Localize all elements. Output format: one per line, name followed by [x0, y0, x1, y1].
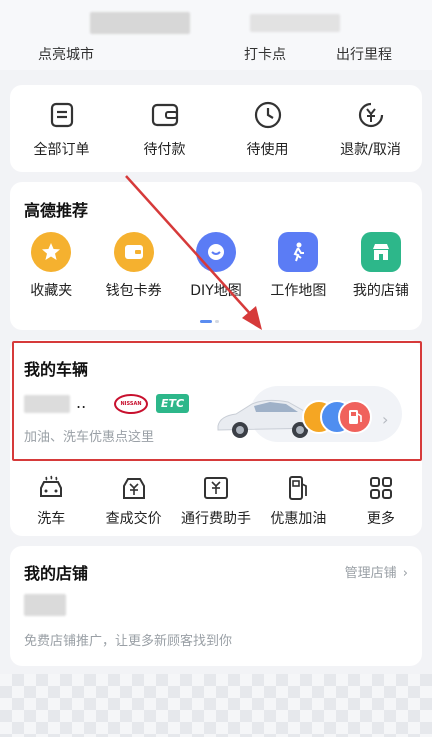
recommend-title: 高德推荐 [24, 201, 89, 220]
service-toll-label: 通行费助手 [181, 511, 252, 527]
refund-yuan-icon [355, 99, 387, 131]
blurred-info [250, 14, 340, 32]
store-subtitle[interactable]: 免费店铺推广，让更多新顾客找到你 [24, 630, 232, 649]
order-pending-payment-label: 待付款 [143, 142, 186, 158]
transparent-background [0, 674, 432, 737]
service-more-label: 更多 [366, 511, 395, 527]
recommend-wallet[interactable]: 钱包卡券 [92, 232, 174, 300]
orders-card: 全部订单 待付款 待使用 退款/取消 [10, 85, 422, 172]
stat-lit-cities[interactable]: 点亮城市 [38, 44, 94, 64]
diy-map-icon [196, 232, 237, 272]
more-grid-icon [363, 472, 399, 504]
highlight-box [12, 341, 422, 461]
service-car-wash[interactable]: 洗车 [10, 472, 92, 528]
service-more[interactable]: 更多 [340, 472, 422, 528]
recommend-card: 高德推荐 收藏夹 钱包卡券 DIY地图 工作地图 我的店铺 [10, 182, 422, 330]
wallet-icon [149, 99, 181, 131]
blurred-store-avatar [24, 594, 66, 616]
walker-icon [278, 232, 319, 272]
wallet-card-icon [113, 232, 154, 272]
chevron-right-icon: › [402, 566, 408, 581]
recommend-diy-map[interactable]: DIY地图 [175, 232, 257, 300]
service-price-check-label: 查成交价 [105, 511, 162, 527]
car-wash-icon [33, 472, 69, 504]
top-stats: 点亮城市 打卡点 出行里程 [0, 44, 432, 64]
recommend-my-shop-label: 我的店铺 [352, 283, 409, 299]
recommend-favorites[interactable]: 收藏夹 [10, 232, 92, 300]
top-profile-bar: 点亮城市 打卡点 出行里程 [0, 0, 432, 70]
service-price-check[interactable]: 查成交价 [92, 472, 174, 528]
order-all-label: 全部订单 [33, 142, 90, 158]
star-icon [31, 232, 72, 272]
order-all[interactable]: 全部订单 [10, 99, 113, 159]
recommend-wallet-label: 钱包卡券 [105, 283, 162, 299]
recommend-work-map[interactable]: 工作地图 [257, 232, 339, 300]
service-fuel-label: 优惠加油 [270, 511, 327, 527]
toll-icon [198, 472, 234, 504]
blurred-username [90, 12, 190, 34]
order-list-icon [46, 99, 78, 131]
order-to-use-label: 待使用 [246, 142, 289, 158]
carousel-dot[interactable] [215, 320, 219, 323]
recommend-favorites-label: 收藏夹 [30, 283, 73, 299]
order-to-use[interactable]: 待使用 [216, 99, 319, 159]
recommend-my-shop[interactable]: 我的店铺 [340, 232, 422, 300]
carousel-dots [200, 320, 219, 323]
service-toll[interactable]: 通行费助手 [175, 472, 257, 528]
shop-icon [360, 232, 401, 272]
recommend-diy-map-label: DIY地图 [190, 283, 242, 299]
order-refund-label: 退款/取消 [340, 142, 401, 158]
manage-store-link[interactable]: 管理店铺 › [345, 562, 408, 581]
stat-mileage[interactable]: 出行里程 [336, 44, 392, 64]
price-tag-icon [116, 472, 152, 504]
order-refund[interactable]: 退款/取消 [319, 99, 422, 159]
manage-store-label: 管理店铺 [344, 566, 397, 581]
stat-check-in[interactable]: 打卡点 [244, 44, 286, 64]
service-car-wash-label: 洗车 [37, 511, 66, 527]
service-fuel[interactable]: 优惠加油 [257, 472, 339, 528]
order-pending-payment[interactable]: 待付款 [113, 99, 216, 159]
store-title: 我的店铺 [24, 564, 89, 583]
carousel-dot-active[interactable] [200, 320, 212, 323]
recommend-work-map-label: 工作地图 [270, 283, 327, 299]
fuel-icon [280, 472, 316, 504]
clock-icon [252, 99, 284, 131]
